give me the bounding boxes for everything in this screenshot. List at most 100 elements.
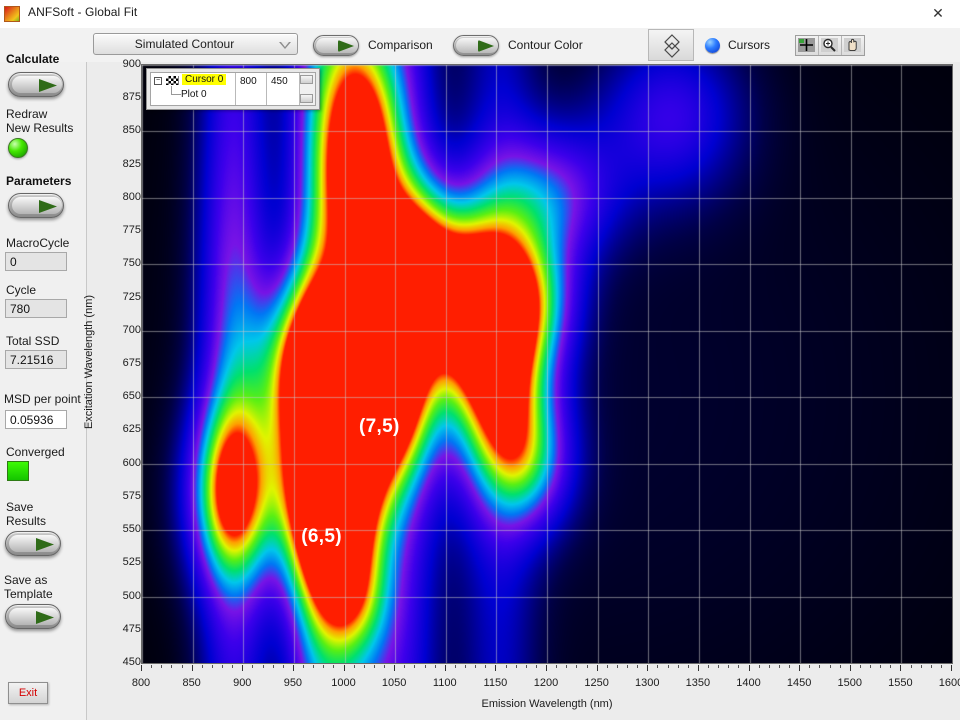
calculate-label: Calculate: [6, 52, 60, 66]
x-minor-tick: [353, 665, 355, 668]
x-minor-tick: [920, 665, 922, 668]
y-tick-label: 775: [122, 224, 141, 237]
x-minor-tick: [515, 665, 517, 668]
pan-hand-glyph: [844, 38, 861, 52]
x-tick-mark: [394, 665, 396, 671]
x-tick-mark: [495, 665, 497, 671]
x-minor-tick: [232, 665, 234, 668]
diamond-palette-glyph: [664, 34, 680, 58]
tree-connector-icon: [171, 86, 181, 95]
x-tick-label: 1400: [736, 677, 761, 689]
save-results-switch[interactable]: [5, 531, 61, 556]
contour-color-switch[interactable]: [453, 35, 499, 56]
y-tick-label: 550: [122, 523, 141, 536]
save-results-label-line2: Results: [6, 514, 47, 528]
scroll-up-icon[interactable]: [300, 75, 313, 84]
x-minor-tick: [576, 665, 578, 668]
x-minor-tick: [829, 665, 831, 668]
x-tick-label: 1350: [685, 677, 711, 689]
x-tick-mark: [697, 665, 699, 671]
converged-led: [7, 461, 29, 481]
x-minor-tick: [728, 665, 730, 668]
y-tick-label: 750: [122, 257, 141, 270]
save-as-template-label-line2: Template: [4, 587, 53, 601]
calculate-switch[interactable]: [8, 72, 64, 97]
x-minor-tick: [313, 665, 315, 668]
y-tick-label: 600: [122, 456, 141, 469]
x-minor-tick: [637, 665, 639, 668]
graph-panel: Excitation Wavelength (nm) 450 475 500 525 5…: [83, 58, 960, 720]
x-tick-mark: [444, 665, 446, 671]
x-minor-tick: [363, 665, 365, 668]
parameters-switch[interactable]: [8, 193, 64, 218]
x-tick-mark: [242, 665, 244, 671]
diamond-palette-icon[interactable]: [648, 29, 694, 61]
x-tick-mark: [799, 665, 801, 671]
x-tick-mark: [647, 665, 649, 671]
switch-knob-icon: [39, 200, 57, 213]
cycle-field[interactable]: 780: [5, 299, 67, 318]
cursor-x-value[interactable]: 800: [236, 73, 267, 105]
x-minor-tick: [839, 665, 841, 668]
macrocycle-field[interactable]: 0: [5, 252, 67, 271]
mode-select[interactable]: Simulated Contour: [93, 33, 298, 55]
scroll-down-icon[interactable]: [300, 94, 313, 103]
expand-collapse-icon[interactable]: −: [154, 77, 162, 85]
y-tick-label: 700: [122, 323, 141, 336]
y-tick-label: 725: [122, 290, 141, 303]
x-minor-tick: [384, 665, 385, 668]
parameters-label: Parameters: [6, 174, 72, 188]
contour-heatmap-canvas[interactable]: [142, 65, 952, 663]
cursor-move-icon[interactable]: [796, 36, 819, 55]
close-icon[interactable]: ✕: [916, 0, 960, 28]
cursor-y-value[interactable]: 450: [267, 73, 300, 105]
x-minor-tick: [161, 665, 163, 668]
y-tick-label: 450: [122, 656, 141, 668]
y-axis: Excitation Wavelength (nm) 450 475 500 525 5…: [83, 58, 147, 668]
pan-hand-icon[interactable]: [842, 36, 864, 55]
x-tick-mark: [343, 665, 345, 671]
switch-knob-icon: [478, 40, 494, 52]
x-minor-tick: [404, 665, 406, 668]
x-tick-label: 1300: [635, 677, 660, 689]
x-minor-tick: [890, 665, 892, 668]
x-minor-tick: [930, 665, 932, 668]
cursor-legend[interactable]: − Cursor 0 Plot 0 800 450: [146, 68, 320, 110]
window-title: ANFSoft - Global Fit: [28, 5, 138, 19]
cursor-legend-scrollbar[interactable]: [300, 73, 315, 105]
y-tick-label: 900: [122, 58, 141, 70]
save-as-template-switch[interactable]: [5, 604, 61, 629]
x-minor-tick: [373, 665, 375, 668]
total-ssd-field[interactable]: 7.21516: [5, 350, 67, 369]
x-minor-tick: [768, 665, 770, 668]
x-tick-mark: [900, 665, 902, 671]
x-minor-tick: [880, 665, 882, 668]
cursor-legend-table: − Cursor 0 Plot 0 800 450: [150, 72, 316, 106]
x-minor-tick: [616, 665, 618, 668]
x-tick-label: 1100: [432, 677, 457, 689]
exit-button[interactable]: Exit: [8, 682, 48, 704]
y-tick-label: 800: [122, 190, 141, 203]
x-tick-mark: [596, 665, 598, 671]
contour-plot[interactable]: (7,5) (6,5): [141, 64, 953, 664]
cursor-move-glyph: [798, 38, 815, 52]
x-tick-label: 1000: [331, 677, 356, 689]
x-minor-tick: [667, 665, 669, 668]
cursor-name[interactable]: Cursor 0: [182, 74, 227, 85]
switch-knob-icon: [36, 611, 54, 624]
mode-select-value: Simulated Contour: [134, 37, 235, 51]
x-minor-tick: [505, 665, 507, 668]
x-minor-tick: [586, 665, 588, 668]
peak-annotation-label: (6,5): [301, 526, 342, 548]
x-axis-title: Emission Wavelength (nm): [481, 698, 613, 710]
x-minor-tick: [282, 665, 284, 668]
msd-per-point-field[interactable]: 0.05936: [5, 410, 67, 429]
zoom-icon[interactable]: [819, 36, 842, 55]
comparison-switch[interactable]: [313, 35, 359, 56]
x-tick-label: 800: [131, 677, 151, 689]
x-minor-tick: [535, 665, 537, 668]
x-minor-tick: [303, 665, 304, 668]
x-tick-mark: [951, 665, 952, 671]
redraw-label-line1: Redraw: [6, 107, 48, 121]
x-tick-label: 1550: [888, 677, 913, 689]
